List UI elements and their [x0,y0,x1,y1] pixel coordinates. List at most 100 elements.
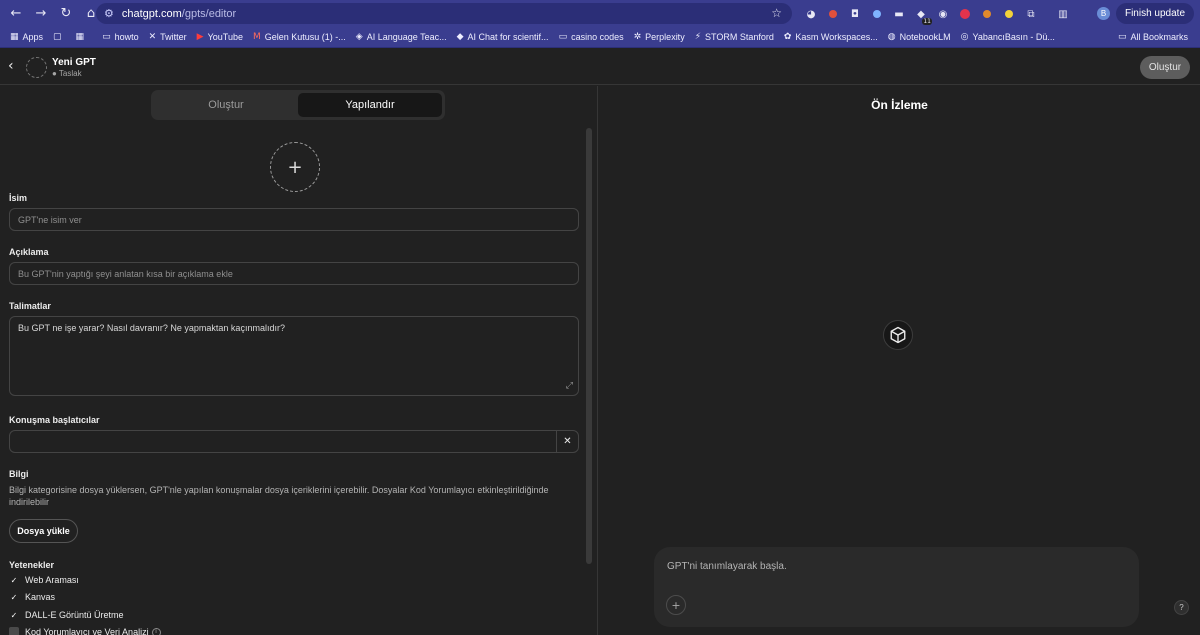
publish-button[interactable]: Oluştur [1140,56,1190,79]
instructions-textarea[interactable]: Bu GPT ne işe yarar? Nasıl davranır? Ne … [9,316,579,396]
add-image-button[interactable]: + [270,142,320,192]
cube-icon [883,320,913,350]
editor-panel: Oluştur Yapılandır + İsim GPT'ne isim ve… [0,86,598,635]
site-settings-icon[interactable]: ⚙ [104,7,114,20]
folder-icon: ▭ [558,32,568,42]
url-host: chatgpt.com [121,7,182,20]
bookmark-casino-codes[interactable]: ▭ casino codes [559,32,624,42]
extension-puzzle-blue-icon[interactable] [866,5,888,23]
ai-icon: ◈ [355,32,363,42]
check-icon[interactable]: ✓ [9,610,19,620]
tab-create[interactable]: Oluştur [154,93,298,117]
kasm-icon: ✿ [783,32,792,42]
editor-tabs: Oluştur Yapılandır [151,90,445,120]
gmail-icon: M [252,32,261,42]
extension-dash-icon[interactable]: ▬ [888,5,910,23]
bookmark-yabancibasin[interactable]: ◎ YabancıBasın - Dü... [961,32,1055,42]
address-bar[interactable]: ⚙ chatgpt.com /gpts/editor ☆ [96,3,792,24]
knowledge-label: Bilgi [9,469,29,479]
info-icon[interactable]: i [151,627,161,635]
back-arrow-icon[interactable]: ← [5,3,27,25]
instructions-placeholder: Bu GPT ne işe yarar? Nasıl davranır? Ne … [18,323,285,333]
description-placeholder: Bu GPT'nin yaptığı şeyi anlatan kısa bir… [18,268,233,279]
upload-files-button[interactable]: Dosya yükle [9,519,78,543]
description-input[interactable]: Bu GPT'nin yaptığı şeyi anlatan kısa bir… [9,262,579,285]
plus-icon: + [287,156,303,178]
bookmark-grid[interactable]: ▦ [76,32,89,42]
starters-label: Konuşma başlatıcılar [9,415,100,425]
attach-plus-icon[interactable]: + [666,595,686,615]
bookmark-ai-chat[interactable]: ◆ AI Chat for scientif... [457,32,549,42]
extensions-row: ◕ ◘ ▬ ◆ 11 ◉ ⧉ ▥ [800,5,1074,25]
check-icon[interactable]: ✓ [9,592,19,602]
preview-composer[interactable]: GPT'ni tanımlayarak başla. + [654,547,1139,627]
extension-badge-icon[interactable]: ◆ 11 [910,5,932,25]
bookmark-gmail[interactable]: M Gelen Kutusu (1) -... [253,32,346,42]
back-chevron-icon[interactable]: ‹ [8,58,14,74]
scrollbar[interactable] [586,128,592,564]
extension-badge-count: 11 [922,18,932,25]
forward-arrow-icon[interactable]: → [30,3,52,25]
folder-icon: ▭ [1117,32,1127,42]
tab-configure[interactable]: Yapılandır [298,93,442,117]
extension-magnet-icon[interactable] [822,5,844,23]
notebooklm-icon: ◍ [887,32,896,42]
extension-highlighter-icon[interactable] [998,5,1020,23]
capabilities-label: Yetenekler [9,560,55,570]
description-label: Açıklama [9,247,49,257]
youtube-icon: ▶ [196,32,204,42]
storm-icon: ⚡ [694,32,702,42]
bookmark-all[interactable]: ▭ All Bookmarks [1118,32,1188,42]
capability-web-search[interactable]: ✓ Web Araması [9,575,79,585]
expand-icon[interactable]: ⤢ [566,381,573,391]
reload-icon[interactable]: ↻ [55,3,77,25]
capability-canvas[interactable]: ✓ Kanvas [9,592,55,602]
bookmark-storm[interactable]: ⚡ STORM Stanford [695,32,774,42]
editor-header: ‹ Yeni GPT ● Taslak [0,49,1200,85]
instructions-label: Talimatlar [9,301,51,311]
gpt-name: Yeni GPT [52,57,96,68]
bookmark-apps[interactable]: ▦ Apps [10,32,43,42]
name-label: İsim [9,193,28,203]
url-path: /gpts/editor [181,7,237,20]
preview-panel: Ön İzleme GPT'ni tanımlayarak başla. + ? [599,86,1200,635]
bookmarks-bar: ▦ Apps ▢ ▦ ▭ howto ✕ Twitter ▶ YouTube M Gele… [0,27,1200,48]
name-placeholder: GPT'ne isim ver [18,214,82,225]
bookmark-youtube[interactable]: ▶ YouTube [197,32,243,42]
help-icon[interactable]: ? [1174,600,1189,615]
grid-icon: ▦ [75,32,85,42]
finish-update-button[interactable]: Finish update [1116,3,1194,24]
globe-icon: ◎ [960,32,969,42]
check-icon[interactable]: ✓ [9,575,19,585]
remove-starter-icon[interactable]: ✕ [556,431,578,452]
extension-panda-icon[interactable]: ◕ [800,5,822,23]
profile-avatar[interactable]: B [1097,7,1110,20]
conversation-starter-input[interactable]: ✕ [9,430,579,453]
bookmark-notebooklm[interactable]: ◍ NotebookLM [888,32,951,42]
bookmark-star-icon[interactable]: ☆ [771,6,782,20]
doc-icon: ▢ [53,32,62,42]
bookmark-kasm[interactable]: ✿ Kasm Workspaces... [784,32,878,42]
bookmark-doc[interactable]: ▢ [53,32,66,42]
ai-chat-icon: ◆ [456,32,464,42]
gpt-status: ● Taslak [52,69,82,78]
knowledge-description: Bilgi kategorisine dosya yüklersen, GPT'… [9,485,549,507]
gpt-avatar [26,57,47,78]
extension-camera-icon[interactable]: ◘ [844,5,866,23]
bookmark-perplexity[interactable]: ✲ Perplexity [634,32,685,42]
capability-dalle[interactable]: ✓ DALL-E Görüntü Üretme [9,610,124,620]
checkbox-unchecked-icon[interactable] [9,627,19,635]
bookmark-twitter[interactable]: ✕ Twitter [149,32,187,42]
bookmark-ai-language[interactable]: ◈ AI Language Teac... [356,32,447,42]
extension-red-icon[interactable] [954,5,976,23]
capability-code-interpreter[interactable]: Kod Yorumlayıcı ve Veri Analizi i [9,627,161,635]
bookmark-howto[interactable]: ▭ howto [102,32,139,42]
x-icon: ✕ [148,32,157,42]
apps-grid-icon: ▦ [10,32,19,42]
side-panel-icon[interactable]: ▥ [1052,5,1074,23]
name-input[interactable]: GPT'ne isim ver [9,208,579,231]
extension-fox-icon[interactable] [976,5,998,23]
folder-icon: ▭ [102,32,111,42]
extensions-puzzle-icon[interactable]: ⧉ [1020,5,1042,23]
extension-circle-icon[interactable]: ◉ [932,5,954,23]
